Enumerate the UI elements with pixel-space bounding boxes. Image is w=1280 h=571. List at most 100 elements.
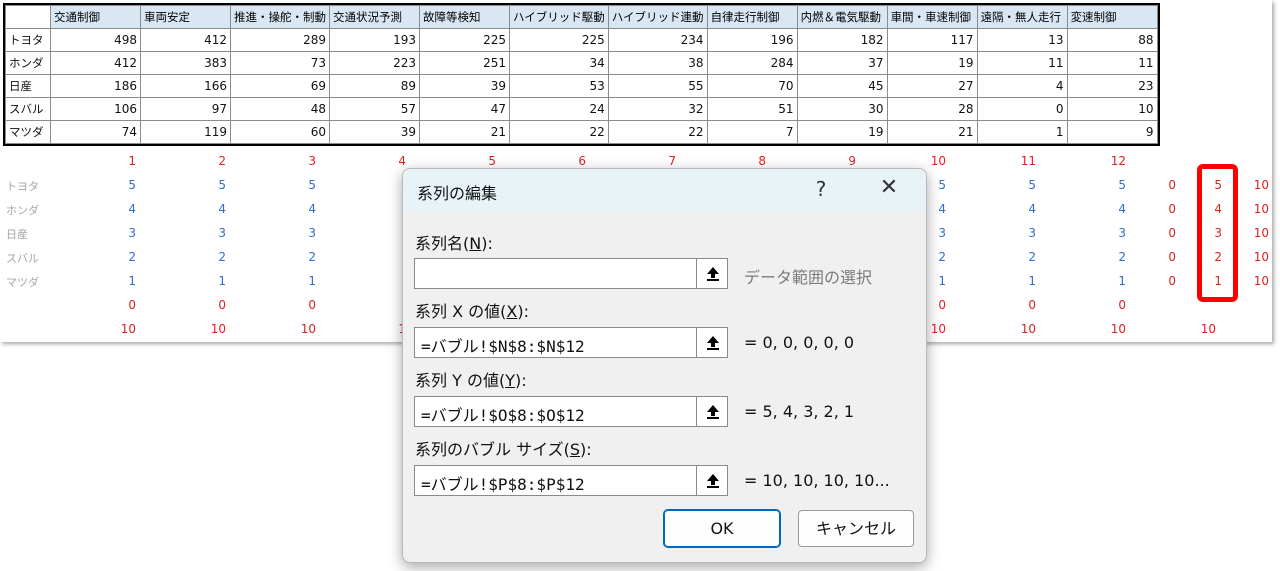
rank-row-label[interactable]: スバル bbox=[6, 250, 46, 266]
rank-cell[interactable]: 3 bbox=[166, 226, 226, 240]
rank-cell[interactable]: 1 bbox=[256, 274, 316, 288]
ten-cell[interactable]: 10 bbox=[1156, 322, 1216, 336]
zero-cell[interactable]: 0 bbox=[976, 298, 1036, 312]
data-cell[interactable]: 1 bbox=[976, 120, 1068, 144]
data-cell[interactable]: 13 bbox=[976, 28, 1068, 52]
rank-cell[interactable]: 1 bbox=[976, 274, 1036, 288]
ten-cell[interactable]: 10 bbox=[256, 322, 316, 336]
index-cell[interactable]: 8 bbox=[706, 154, 766, 168]
bubble-size-field[interactable]: =バブル!$P$8:$P$12 bbox=[414, 465, 698, 496]
index-cell[interactable]: 1 bbox=[76, 154, 136, 168]
index-cell[interactable]: 3 bbox=[256, 154, 316, 168]
row-label-cell[interactable]: マツダ bbox=[5, 120, 51, 144]
rank-cell[interactable]: 2 bbox=[76, 250, 136, 264]
data-cell[interactable]: 60 bbox=[230, 120, 330, 144]
data-cell[interactable]: 45 bbox=[796, 74, 888, 98]
ten-cell[interactable]: 10 bbox=[76, 322, 136, 336]
index-cell[interactable]: 5 bbox=[436, 154, 496, 168]
header-cell[interactable]: 変速制御 bbox=[1066, 5, 1158, 29]
data-cell[interactable]: 88 bbox=[1066, 28, 1158, 52]
zero-cell[interactable]: 0 bbox=[1066, 298, 1126, 312]
index-cell[interactable]: 12 bbox=[1066, 154, 1126, 168]
header-cell[interactable]: 内燃＆電気駆動 bbox=[796, 5, 888, 29]
help-icon[interactable]: ? bbox=[809, 177, 833, 201]
data-cell[interactable]: 32 bbox=[607, 97, 708, 121]
data-cell[interactable]: 24 bbox=[509, 97, 609, 121]
data-cell[interactable]: 9 bbox=[1066, 120, 1158, 144]
data-cell[interactable]: 223 bbox=[329, 51, 420, 75]
data-cell[interactable]: 11 bbox=[1066, 51, 1158, 75]
zero-cell[interactable]: 0 bbox=[166, 298, 226, 312]
rank-cell[interactable]: 4 bbox=[256, 202, 316, 216]
data-cell[interactable]: 19 bbox=[886, 51, 978, 75]
rank-cell[interactable]: 4 bbox=[76, 202, 136, 216]
data-cell[interactable]: 251 bbox=[419, 51, 510, 75]
header-cell[interactable]: 故障等検知 bbox=[419, 5, 510, 29]
data-cell[interactable]: 383 bbox=[140, 51, 231, 75]
index-cell[interactable]: 7 bbox=[616, 154, 676, 168]
data-cell[interactable]: 51 bbox=[706, 97, 798, 121]
data-cell[interactable]: 48 bbox=[230, 97, 330, 121]
ten-cell[interactable]: 10 bbox=[1066, 322, 1126, 336]
header-cell[interactable]: ハイブリッド連動 bbox=[607, 5, 708, 29]
rank-row-label[interactable]: ホンダ bbox=[6, 202, 46, 218]
header-cell[interactable]: 推進・操舵・制動 bbox=[230, 5, 330, 29]
data-cell[interactable]: 39 bbox=[419, 74, 510, 98]
index-cell[interactable]: 4 bbox=[346, 154, 406, 168]
x-values-field[interactable]: =バブル!$N$8:$N$12 bbox=[414, 327, 698, 358]
row-label-cell[interactable]: スバル bbox=[5, 97, 51, 121]
data-cell[interactable]: 234 bbox=[607, 28, 708, 52]
rank-cell[interactable]: 4 bbox=[166, 202, 226, 216]
rank-row-label[interactable]: 日産 bbox=[6, 226, 46, 242]
rank-cell[interactable]: 3 bbox=[76, 226, 136, 240]
dialog-titlebar[interactable]: 系列の編集 ? ✕ bbox=[403, 169, 926, 212]
series-name-ref-button[interactable] bbox=[696, 258, 728, 289]
index-cell[interactable]: 6 bbox=[526, 154, 586, 168]
rank-cell[interactable]: 3 bbox=[976, 226, 1036, 240]
rank-cell[interactable]: 3 bbox=[256, 226, 316, 240]
data-cell[interactable]: 70 bbox=[706, 74, 798, 98]
index-cell[interactable]: 11 bbox=[976, 154, 1036, 168]
data-cell[interactable]: 39 bbox=[329, 120, 420, 144]
data-cell[interactable]: 19 bbox=[796, 120, 888, 144]
header-cell[interactable]: ハイブリッド駆動 bbox=[509, 5, 609, 29]
data-cell[interactable]: 7 bbox=[706, 120, 798, 144]
x-values-ref-button[interactable] bbox=[696, 327, 728, 358]
data-cell[interactable]: 27 bbox=[886, 74, 978, 98]
data-cell[interactable]: 186 bbox=[50, 74, 141, 98]
rank-cell[interactable]: 1 bbox=[76, 274, 136, 288]
header-cell[interactable]: 自律走行制御 bbox=[706, 5, 798, 29]
ok-button[interactable]: OK bbox=[663, 509, 781, 548]
header-cell[interactable]: 車間・車速制御 bbox=[886, 5, 978, 29]
header-cell[interactable]: 交通状況予測 bbox=[329, 5, 420, 29]
data-cell[interactable]: 117 bbox=[886, 28, 978, 52]
data-cell[interactable]: 22 bbox=[607, 120, 708, 144]
rank-cell[interactable]: 4 bbox=[976, 202, 1036, 216]
data-cell[interactable]: 38 bbox=[607, 51, 708, 75]
data-cell[interactable]: 55 bbox=[607, 74, 708, 98]
data-cell[interactable]: 73 bbox=[230, 51, 330, 75]
data-cell[interactable]: 412 bbox=[140, 28, 231, 52]
data-cell[interactable]: 196 bbox=[706, 28, 798, 52]
data-cell[interactable]: 47 bbox=[419, 97, 510, 121]
data-cell[interactable]: 0 bbox=[976, 97, 1068, 121]
data-cell[interactable]: 23 bbox=[1066, 74, 1158, 98]
rank-row-label[interactable]: トヨタ bbox=[6, 178, 46, 194]
data-cell[interactable]: 225 bbox=[509, 28, 609, 52]
zero-cell[interactable]: 0 bbox=[256, 298, 316, 312]
data-cell[interactable]: 106 bbox=[50, 97, 141, 121]
rank-cell[interactable]: 5 bbox=[976, 178, 1036, 192]
data-cell[interactable]: 289 bbox=[230, 28, 330, 52]
data-cell[interactable]: 182 bbox=[796, 28, 888, 52]
data-cell[interactable]: 21 bbox=[419, 120, 510, 144]
data-cell[interactable]: 37 bbox=[796, 51, 888, 75]
data-cell[interactable]: 89 bbox=[329, 74, 420, 98]
ten-cell[interactable]: 1 bbox=[346, 322, 406, 336]
corner-cell[interactable] bbox=[5, 5, 51, 29]
zero-cell[interactable]: 0 bbox=[76, 298, 136, 312]
row-label-cell[interactable]: ホンダ bbox=[5, 51, 51, 75]
data-cell[interactable]: 225 bbox=[419, 28, 510, 52]
ten-cell[interactable]: 10 bbox=[166, 322, 226, 336]
data-cell[interactable]: 22 bbox=[509, 120, 609, 144]
rank-row-label[interactable]: マツダ bbox=[6, 274, 46, 290]
